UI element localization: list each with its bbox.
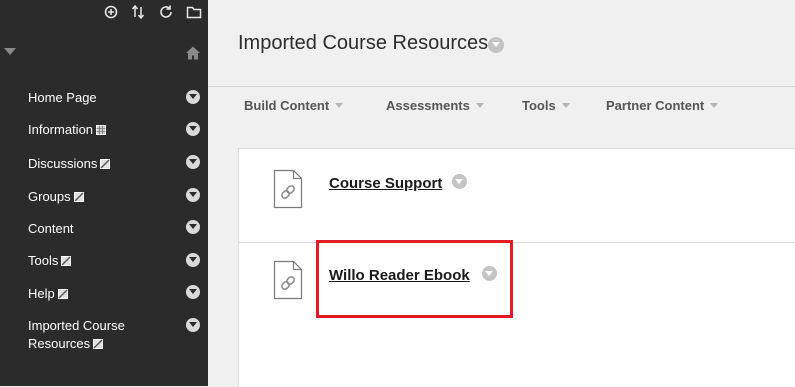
sidebar-item-label: Content: [28, 221, 74, 236]
slash-mark-icon: [73, 189, 84, 202]
sidebar-item-label: Imported Course: [28, 318, 125, 333]
sidebar-item-discussions[interactable]: Discussions: [28, 155, 198, 173]
sidebar-item-content[interactable]: Content: [28, 220, 198, 238]
sidebar-item-help[interactable]: Help: [28, 285, 198, 303]
home-icon[interactable]: [185, 45, 201, 61]
sidebar-item-information[interactable]: Information: [28, 121, 198, 139]
add-icon[interactable]: [103, 4, 119, 20]
action-bar: Build Content Assessments Tools Partner …: [208, 87, 795, 127]
sidebar-item-home-page[interactable]: Home Page: [28, 89, 198, 107]
sidebar-item-tools[interactable]: Tools: [28, 252, 198, 270]
grid-mark-icon: [96, 122, 107, 135]
content-item-link[interactable]: Course Support: [329, 175, 442, 192]
chevron-down-icon: [335, 103, 344, 108]
sidebar-item-label: Discussions: [28, 156, 98, 171]
sort-icon[interactable]: [130, 4, 146, 20]
chevron-down-icon[interactable]: [186, 90, 200, 104]
chevron-down-icon: [561, 103, 570, 108]
tools-label: Tools: [522, 98, 556, 113]
title-options-chevron-icon[interactable]: [488, 37, 504, 53]
course-menu-sidebar: Home Page Information Discussions Groups…: [0, 0, 208, 386]
slash-mark-icon: [57, 286, 68, 299]
sidebar-item-imported-course-resources[interactable]: Imported Course Resources: [28, 317, 198, 353]
refresh-icon[interactable]: [158, 4, 174, 20]
partner-content-button[interactable]: Partner Content: [606, 98, 719, 113]
folder-icon[interactable]: [186, 4, 202, 20]
sidebar-item-groups[interactable]: Groups: [28, 188, 198, 206]
slash-mark-icon: [93, 336, 104, 349]
slash-mark-icon: [100, 156, 111, 169]
chevron-down-icon: [710, 103, 719, 108]
chevron-down-icon[interactable]: [186, 318, 200, 332]
chevron-down-icon[interactable]: [186, 285, 200, 299]
sidebar-toolbar: [0, 0, 208, 26]
highlight-annotation-box: [316, 240, 513, 318]
sidebar-item-label: Resources: [28, 336, 91, 351]
chevron-down-icon: [475, 103, 484, 108]
assessments-button[interactable]: Assessments: [386, 98, 484, 113]
web-link-document-icon: [273, 169, 303, 209]
sidebar-item-label: Groups: [28, 189, 71, 204]
sidebar-item-label: Help: [28, 286, 55, 301]
assessments-label: Assessments: [386, 98, 470, 113]
chevron-down-icon[interactable]: [186, 188, 200, 202]
chevron-down-icon[interactable]: [186, 253, 200, 267]
slash-mark-icon: [61, 253, 72, 266]
chevron-down-icon[interactable]: [186, 155, 200, 169]
build-content-label: Build Content: [244, 98, 330, 113]
sidebar-item-label: Information: [28, 122, 94, 137]
chevron-down-icon[interactable]: [186, 220, 200, 234]
partner-content-label: Partner Content: [606, 98, 705, 113]
build-content-button[interactable]: Build Content: [244, 98, 344, 113]
collapse-menu-icon[interactable]: [4, 48, 16, 55]
chevron-down-icon[interactable]: [452, 174, 467, 189]
page-title: Imported Course Resources: [238, 32, 489, 54]
sidebar-item-label: Home Page: [28, 90, 97, 105]
page-header: Imported Course Resources: [208, 0, 795, 86]
chevron-down-icon[interactable]: [186, 122, 200, 136]
sidebar-item-label: Tools: [28, 253, 59, 268]
web-link-document-icon: [273, 260, 303, 300]
tools-button[interactable]: Tools: [522, 98, 570, 113]
